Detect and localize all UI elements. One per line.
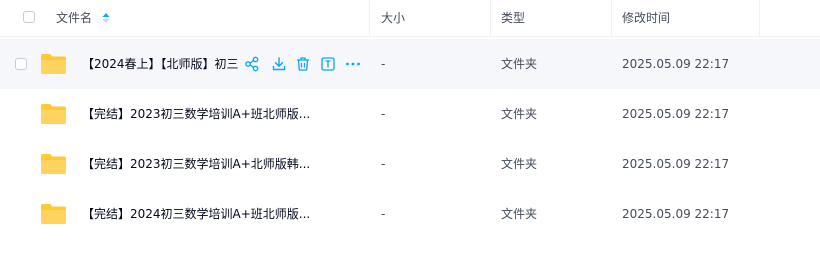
- column-divider: [759, 0, 760, 37]
- file-modified: 2025.05.09 22:17: [622, 57, 730, 71]
- column-header-name[interactable]: 文件名: [56, 10, 92, 26]
- download-icon[interactable]: [271, 56, 287, 72]
- file-type: 文件夹: [501, 157, 538, 171]
- file-size: -: [381, 207, 386, 221]
- folder-icon: [41, 154, 66, 174]
- file-size: -: [381, 157, 386, 171]
- column-divider: [490, 0, 491, 37]
- delete-icon[interactable]: [295, 56, 311, 72]
- column-header-size[interactable]: 大小: [381, 10, 405, 26]
- table-row[interactable]: 【2024春上】【北师版】初三 - 文件夹 2025.05.09 22:17: [0, 39, 820, 89]
- file-type: 文件夹: [501, 207, 538, 221]
- column-divider: [369, 0, 370, 37]
- folder-icon: [41, 204, 66, 224]
- share-icon[interactable]: [244, 56, 260, 72]
- file-name[interactable]: 【完结】2023初三数学培训A+班北师版...: [82, 106, 310, 122]
- table-row[interactable]: 【完结】2023初三数学培训A+北师版韩... - 文件夹 2025.05.09…: [0, 139, 820, 189]
- file-name[interactable]: 【完结】2024初三数学培训A+班北师版...: [82, 206, 310, 222]
- file-size: -: [381, 57, 386, 71]
- sort-icon[interactable]: [102, 12, 110, 24]
- file-modified: 2025.05.09 22:17: [622, 107, 730, 121]
- file-type: 文件夹: [501, 57, 538, 71]
- folder-icon: [41, 54, 66, 74]
- file-name[interactable]: 【完结】2023初三数学培训A+北师版韩...: [82, 156, 310, 172]
- file-modified: 2025.05.09 22:17: [622, 157, 730, 171]
- column-header-modified[interactable]: 修改时间: [622, 10, 670, 26]
- rename-icon[interactable]: [320, 56, 336, 72]
- row-checkbox[interactable]: [15, 58, 27, 70]
- table-header: 文件名 大小 类型 修改时间: [0, 0, 820, 37]
- file-size: -: [381, 107, 386, 121]
- file-type: 文件夹: [501, 107, 538, 121]
- column-header-type[interactable]: 类型: [501, 10, 525, 26]
- more-icon[interactable]: [345, 56, 361, 72]
- file-modified: 2025.05.09 22:17: [622, 207, 730, 221]
- column-divider: [611, 0, 612, 37]
- table-row[interactable]: 【完结】2024初三数学培训A+班北师版... - 文件夹 2025.05.09…: [0, 189, 820, 239]
- file-name[interactable]: 【2024春上】【北师版】初三: [82, 56, 239, 72]
- select-all-checkbox[interactable]: [23, 11, 35, 23]
- folder-icon: [41, 104, 66, 124]
- table-row[interactable]: 【完结】2023初三数学培训A+班北师版... - 文件夹 2025.05.09…: [0, 89, 820, 139]
